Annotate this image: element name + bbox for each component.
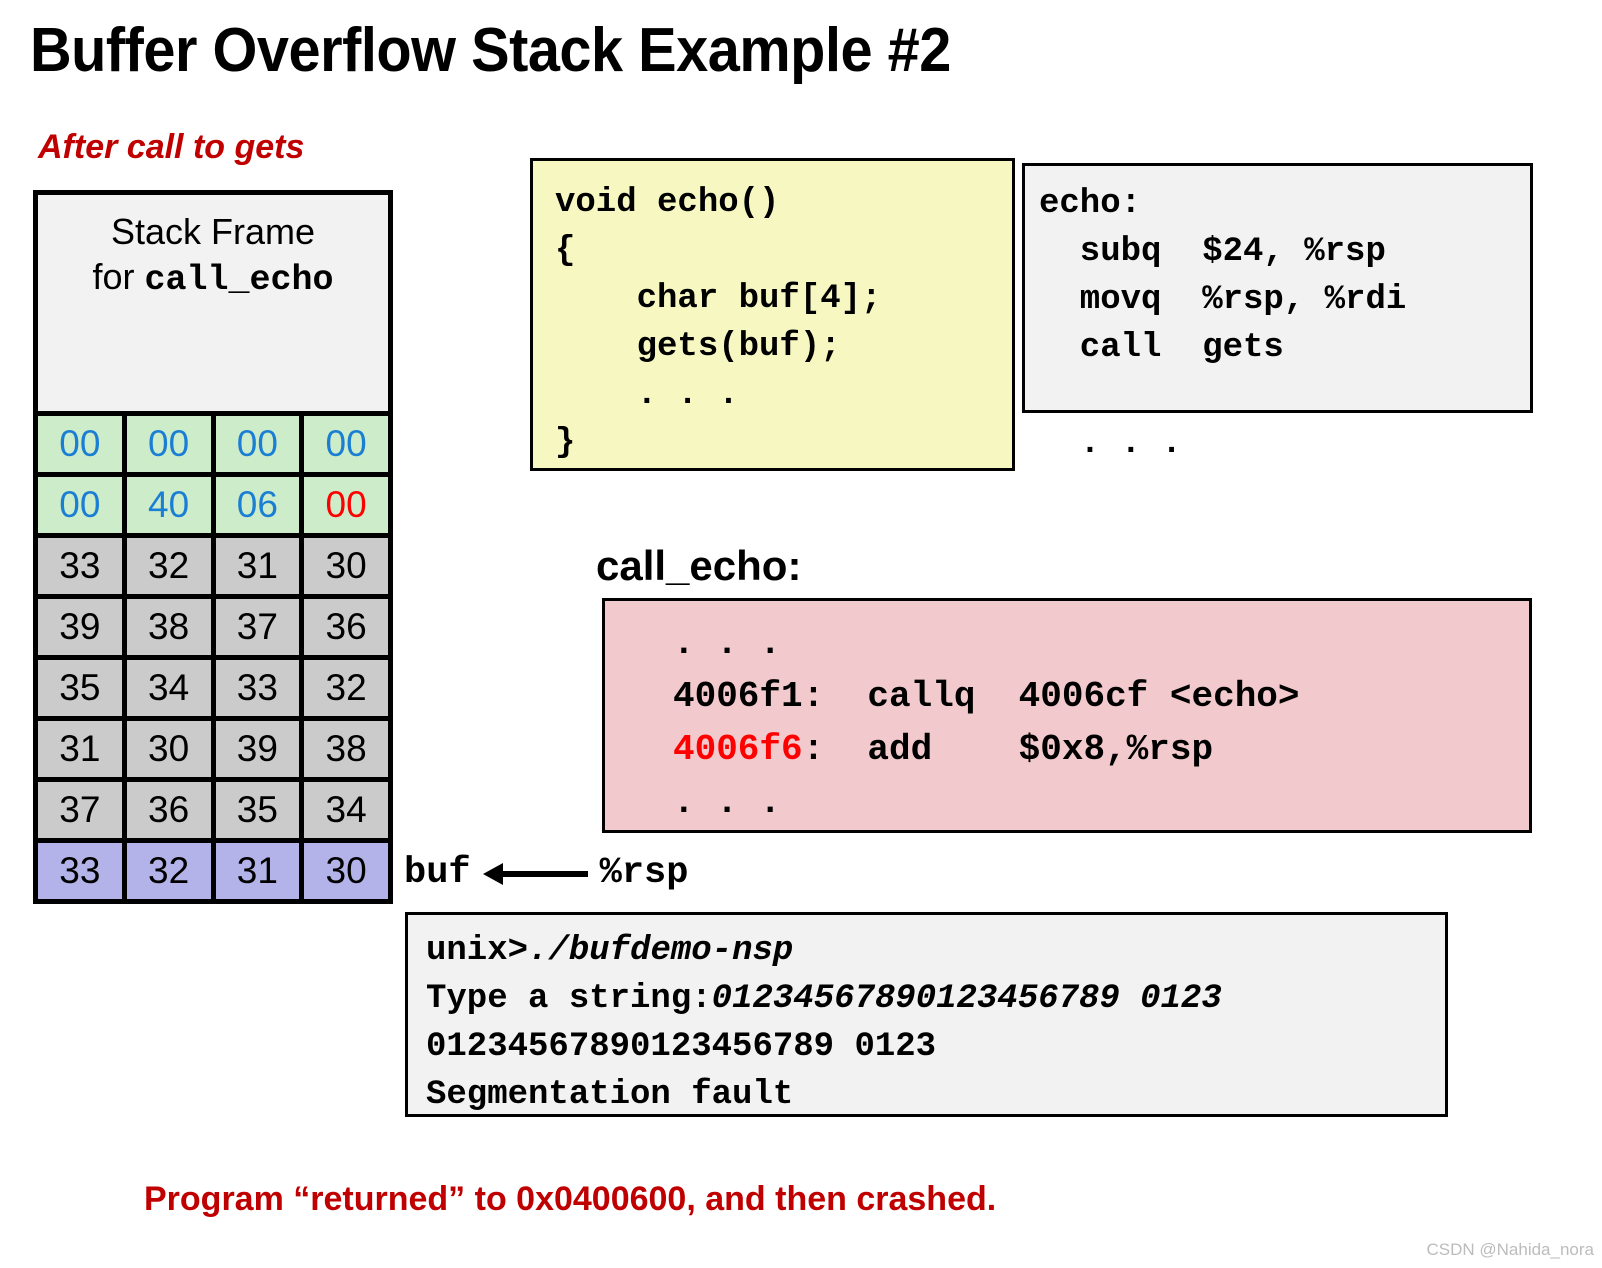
stack-byte-cell: 32: [304, 660, 388, 716]
c-source-code-box: void echo() { char buf[4]; gets(buf); . …: [530, 158, 1015, 471]
stack-byte-cell: 33: [215, 660, 305, 716]
stack-byte-cell: 36: [126, 782, 216, 838]
bottom-caption: Program “returned” to 0x0400600, and the…: [144, 1180, 997, 1218]
rsp-label-text: %rsp: [599, 852, 689, 894]
call-echo-return-address: 4006f6: [673, 729, 803, 770]
left-arrow-icon: [482, 863, 588, 885]
terminal-output-box: unix>./bufdemo-nsp Type a string:0123456…: [405, 912, 1448, 1117]
call-echo-heading: call_echo:: [596, 542, 802, 589]
stack-byte-cell: 34: [126, 660, 216, 716]
stack-frame-table: Stack Frame for call_echo 00 00 00 00 00 40 06…: [33, 190, 393, 904]
watermark: CSDN @Nahida_nora: [1426, 1240, 1594, 1259]
stack-byte-cell: 33: [38, 538, 127, 594]
stack-byte-cell: 06: [215, 477, 305, 533]
stack-byte-cell: 35: [215, 782, 305, 838]
stack-byte-row: 33 32 31 30: [38, 838, 388, 899]
terminal-echoed-output: 01234567890123456789 0123: [426, 1028, 937, 1066]
stack-byte-cell: 00: [126, 416, 216, 472]
buf-label-text: buf: [404, 852, 471, 894]
stack-byte-rows: 00 00 00 00 00 40 06 00 33 32 31 30 39 38 37 36 35 34 33 32…: [38, 411, 388, 899]
stack-byte-cell: 38: [126, 599, 216, 655]
stack-byte-cell: 31: [38, 721, 127, 777]
stack-byte-cell: 00: [38, 416, 127, 472]
stack-byte-cell: 37: [38, 782, 127, 838]
stack-byte-row: 35 34 33 32: [38, 655, 388, 716]
stack-byte-row: 33 32 31 30: [38, 533, 388, 594]
terminal-segfault-message: Segmentation fault: [426, 1076, 794, 1114]
stack-byte-cell: 32: [126, 538, 216, 594]
stack-byte-cell: 31: [215, 843, 305, 899]
stack-frame-title-line2: for call_echo: [92, 254, 333, 303]
stack-frame-for-label: for: [92, 256, 145, 297]
stack-byte-cell: 00: [215, 416, 305, 472]
stack-byte-cell: 39: [38, 599, 127, 655]
page-title: Buffer Overflow Stack Example #2: [30, 16, 951, 85]
stack-byte-cell: 30: [126, 721, 216, 777]
stack-byte-row: 31 30 39 38: [38, 716, 388, 777]
stack-frame-header: Stack Frame for call_echo: [38, 195, 388, 411]
subtitle-after-call-to-gets: After call to gets: [38, 128, 305, 166]
call-echo-disassembly-box: . . . 4006f1: callq 4006cf <echo> 4006f6…: [602, 598, 1532, 833]
stack-byte-cell: 36: [304, 599, 388, 655]
terminal-command: ./bufdemo-nsp: [528, 932, 794, 970]
stack-byte-row: 00 40 06 00: [38, 472, 388, 533]
stack-byte-cell: 38: [304, 721, 388, 777]
stack-byte-cell: 34: [304, 782, 388, 838]
stack-byte-cell: 40: [126, 477, 216, 533]
echo-assembly-box: echo: subq $24, %rsp movq %rsp, %rdi cal…: [1022, 163, 1533, 463]
stack-byte-cell: 30: [304, 538, 388, 594]
stack-byte-cell: 30: [304, 843, 388, 899]
stack-byte-cell: 37: [215, 599, 305, 655]
stack-byte-row: 39 38 37 36: [38, 594, 388, 655]
terminal-prompt: unix>: [426, 932, 529, 970]
call-echo-dots-top: . . .: [673, 623, 782, 664]
stack-byte-row: 37 36 35 34: [38, 777, 388, 838]
stack-byte-cell: 39: [215, 721, 305, 777]
stack-byte-cell: 00: [304, 416, 388, 472]
call-echo-callq-line: 4006f1: callq 4006cf <echo>: [673, 676, 1300, 717]
stack-byte-cell: 31: [215, 538, 305, 594]
stack-byte-cell: 33: [38, 843, 127, 899]
stack-byte-cell: 00: [38, 477, 127, 533]
terminal-prompt-type-string: Type a string:: [426, 980, 712, 1018]
call-echo-add-line: : add $0x8,%rsp: [802, 729, 1214, 770]
stack-frame-title-line1: Stack Frame: [110, 211, 316, 252]
stack-byte-cell: 00: [304, 477, 388, 533]
stack-frame-function-name: call_echo: [144, 260, 334, 300]
stack-byte-cell: 32: [126, 843, 216, 899]
stack-byte-row: 00 00 00 00: [38, 411, 388, 472]
stack-byte-cell: 35: [38, 660, 127, 716]
call-echo-dots-bottom: . . .: [673, 782, 782, 823]
terminal-user-input: 01234567890123456789 0123: [711, 980, 1222, 1018]
buf-rsp-pointer-label: buf %rsp: [404, 852, 688, 894]
